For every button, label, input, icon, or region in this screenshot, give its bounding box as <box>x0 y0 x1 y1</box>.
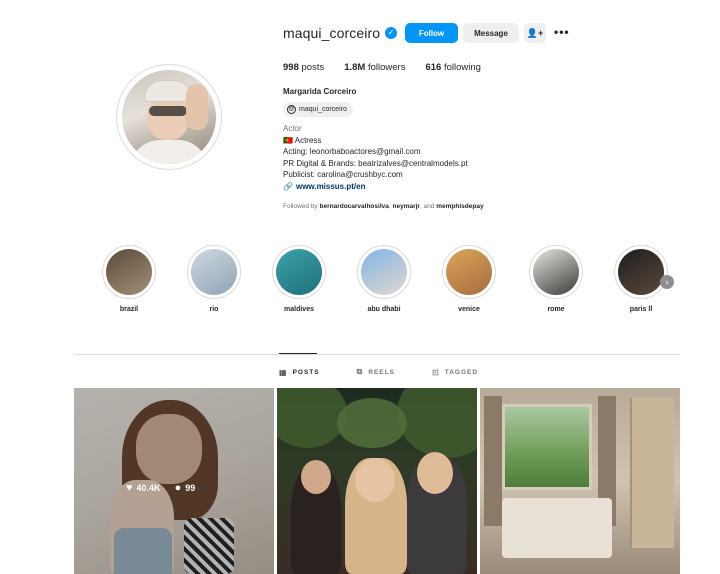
threads-icon: @ <box>287 105 296 114</box>
reels-icon: ⧉ <box>356 367 364 376</box>
add-user-icon: 👤+ <box>526 27 544 38</box>
follow-button[interactable]: Follow <box>405 23 458 43</box>
username: maqui_corceiro <box>283 25 381 41</box>
highlight-label: rio <box>209 306 219 313</box>
chevron-right-icon[interactable]: › <box>660 275 674 289</box>
highlight-abu-dhabi[interactable]: abu dhabi <box>355 245 413 313</box>
post-tile[interactable]: ♥ 40.4K ● 99 <box>74 388 274 574</box>
more-options-icon[interactable]: ••• <box>554 26 570 38</box>
tab-tagged[interactable]: ⊡ TAGGED <box>432 367 478 377</box>
profile-tabs: ▦ POSTS ⧉ REELS ⊡ TAGGED <box>279 367 515 377</box>
post-hover-overlay <box>74 388 274 574</box>
post-stats: ♥ 40.4K ● 99 <box>126 482 209 494</box>
post-tile[interactable] <box>277 388 477 574</box>
category-label: Actor <box>283 124 302 133</box>
followed-by-user: bernardocarvalhosilva <box>319 203 389 210</box>
like-count: 40.4K <box>136 483 161 493</box>
verified-badge-icon: ✓ <box>385 27 398 39</box>
highlight-rome[interactable]: rome <box>527 245 585 313</box>
username-row: maqui_corceiro ✓ <box>283 23 398 43</box>
highlight-cover <box>446 249 492 295</box>
followed-by-user: neymarjr <box>392 203 420 210</box>
tagged-icon: ⊡ <box>432 367 440 377</box>
highlight-cover <box>106 249 152 295</box>
bio-line: Publicist: carolina@crushbyc.com <box>283 170 403 180</box>
message-button[interactable]: Message <box>463 23 519 43</box>
bio: Actor 🇵🇹 Actress Acting: leonorbaboactor… <box>283 123 468 193</box>
highlight-cover <box>361 249 407 295</box>
heart-icon: ♥ <box>126 482 133 494</box>
highlight-label: paris ll <box>629 306 653 313</box>
posts-grid: ♥ 40.4K ● 99 <box>74 388 680 574</box>
highlight-brazil[interactable]: brazil <box>100 245 158 313</box>
followed-by[interactable]: Followed by bernardocarvalhosilva, neyma… <box>283 203 484 210</box>
profile-avatar[interactable] <box>116 64 222 170</box>
website-row[interactable]: 🔗 www.missus.pt/en <box>283 181 468 193</box>
posts-stat: 998 posts <box>283 62 325 73</box>
highlight-label: venice <box>458 306 480 313</box>
comment-icon: ● <box>174 482 182 494</box>
tabs-divider <box>74 354 680 355</box>
highlight-venice[interactable]: venice <box>440 245 498 313</box>
threads-badge[interactable]: @ maqui_corceiro <box>283 102 353 117</box>
followed-by-user: memphisdepay <box>436 203 484 210</box>
grid-icon: ▦ <box>279 367 288 377</box>
profile-stats: 998 posts 1.8M followers 616 following <box>283 62 501 73</box>
highlight-cover <box>533 249 579 295</box>
highlight-maldives[interactable]: maldives <box>270 245 328 313</box>
highlight-cover <box>618 249 664 295</box>
bio-line: Acting: leonorbaboactores@gmail.com <box>283 147 421 157</box>
full-name: Margarida Corceiro <box>283 87 357 96</box>
active-tab-indicator <box>279 353 317 354</box>
following-stat[interactable]: 616 following <box>425 62 480 73</box>
avatar-image <box>122 70 216 164</box>
bio-line: 🇵🇹 Actress <box>283 135 322 145</box>
threads-handle: maqui_corceiro <box>299 106 347 113</box>
link-icon: 🔗 <box>283 181 293 191</box>
followers-stat[interactable]: 1.8M followers <box>344 62 405 73</box>
highlight-cover <box>276 249 322 295</box>
highlight-label: brazil <box>119 306 139 313</box>
tab-posts[interactable]: ▦ POSTS <box>279 367 320 377</box>
suggest-users-button[interactable]: 👤+ <box>524 23 546 43</box>
post-tile[interactable] <box>480 388 680 574</box>
highlight-label: maldives <box>284 306 314 313</box>
website-link[interactable]: www.missus.pt/en <box>296 182 366 191</box>
highlight-label: abu dhabi <box>367 306 401 313</box>
comment-count: 99 <box>185 483 196 493</box>
highlight-rio[interactable]: rio <box>185 245 243 313</box>
story-highlights: brazil rio maldives abu dhabi venice rom… <box>100 245 680 325</box>
highlight-cover <box>191 249 237 295</box>
highlight-label: rome <box>547 306 565 313</box>
bio-line: PR Digital & Brands: beatrizalves@centra… <box>283 158 468 168</box>
tab-reels[interactable]: ⧉ REELS <box>357 367 395 377</box>
